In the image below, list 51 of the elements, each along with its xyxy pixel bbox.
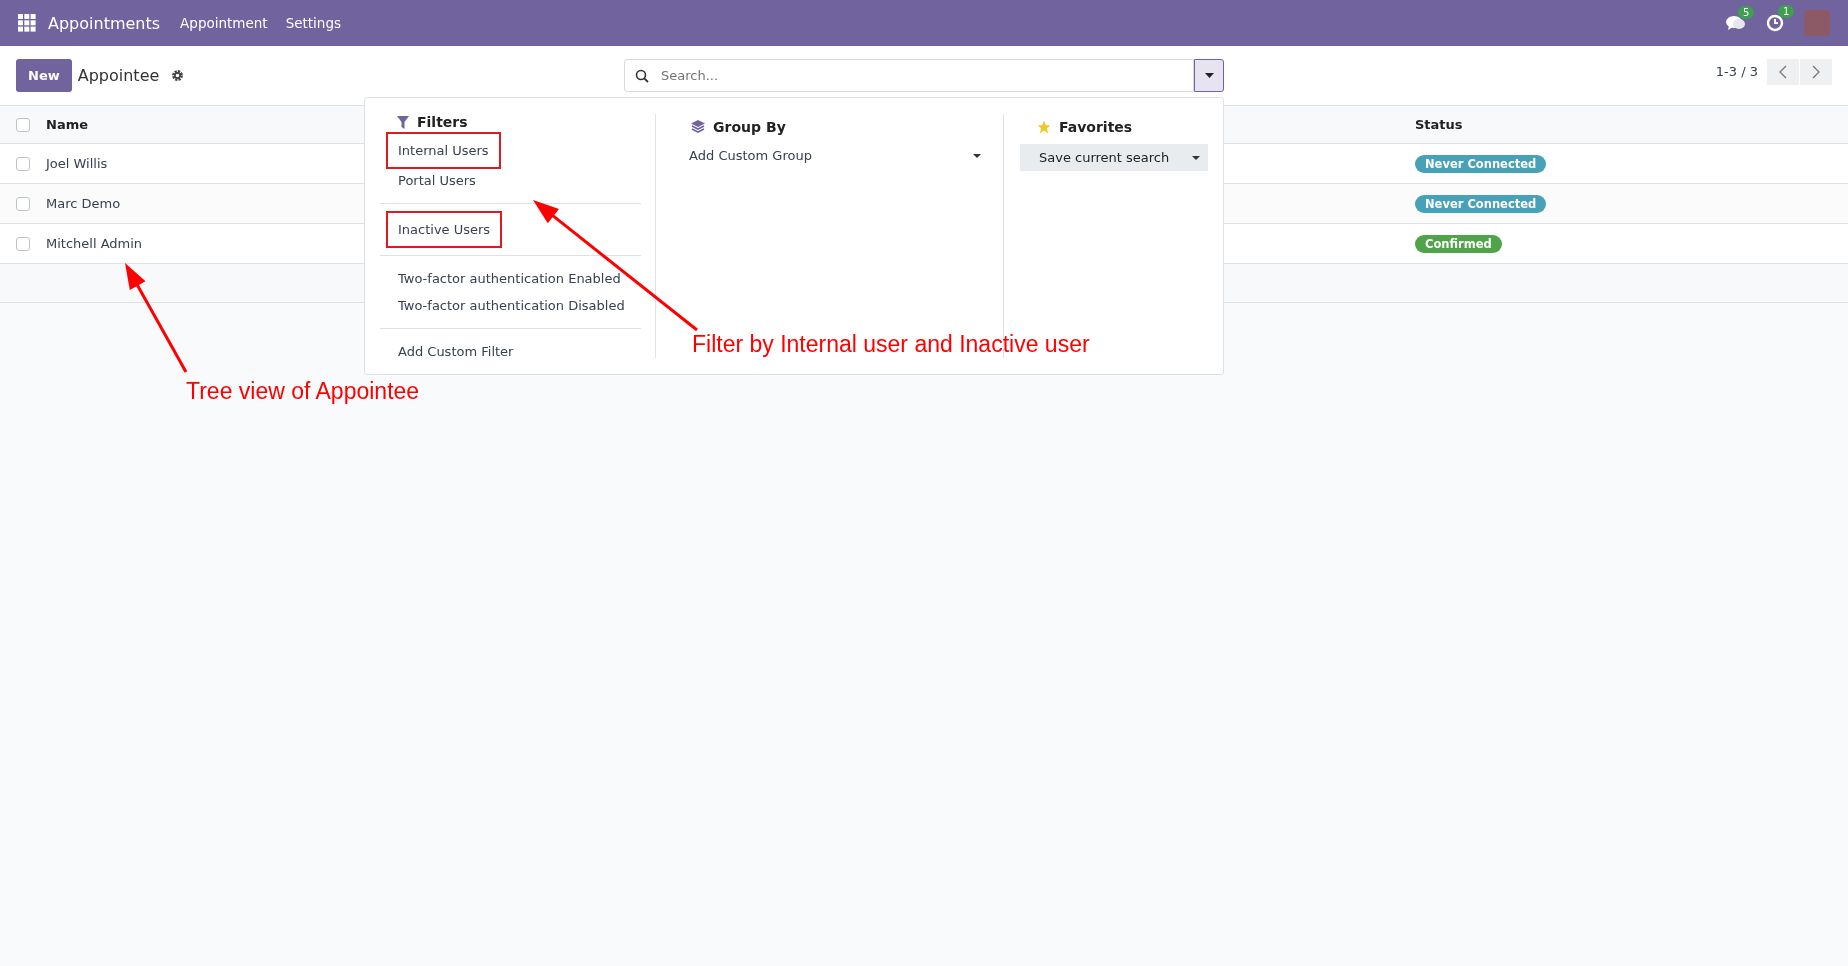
caret-icon bbox=[1192, 155, 1200, 160]
user-avatar[interactable] bbox=[1804, 10, 1830, 36]
filter-option[interactable]: Portal Users bbox=[388, 168, 486, 193]
activity-count: 1 bbox=[1778, 5, 1795, 18]
filters-title: Filters bbox=[417, 114, 468, 130]
column-header[interactable]: Name bbox=[46, 117, 88, 132]
status-badge: Confirmed bbox=[1415, 234, 1502, 253]
message-count: 5 bbox=[1738, 6, 1755, 19]
breadcrumb-title: Appointee bbox=[77, 66, 160, 85]
filter-option[interactable]: Internal Users bbox=[388, 134, 499, 167]
chat-icon[interactable] bbox=[1726, 15, 1746, 31]
menu-item[interactable]: Appointment bbox=[180, 15, 268, 31]
chevron-right-icon bbox=[1812, 64, 1820, 79]
filter-option[interactable]: Two-factor authentication Disabled bbox=[388, 293, 635, 318]
search-field[interactable]: Search... bbox=[624, 59, 1194, 92]
previous-page-button[interactable] bbox=[1767, 58, 1799, 85]
group-by-title: Group By bbox=[713, 119, 786, 135]
app-name[interactable]: Appointments bbox=[48, 13, 161, 33]
star-icon bbox=[1037, 120, 1051, 134]
search-icon bbox=[635, 69, 649, 83]
row-checkbox[interactable] bbox=[16, 156, 30, 171]
funnel-icon bbox=[397, 115, 409, 129]
clock-icon[interactable] bbox=[1766, 14, 1784, 32]
app-grid-icon[interactable] bbox=[18, 14, 36, 32]
favorites-title: Favorites bbox=[1059, 119, 1133, 135]
filter-option[interactable]: Add Custom Filter bbox=[388, 339, 524, 364]
name-cell: Marc Demo bbox=[46, 196, 121, 211]
caret-icon bbox=[1204, 73, 1214, 78]
caret-icon bbox=[973, 153, 981, 158]
custom-group-select[interactable]: Add Custom Group bbox=[674, 144, 989, 167]
column-header[interactable]: Status bbox=[1415, 117, 1463, 132]
next-page-button[interactable] bbox=[1800, 58, 1832, 85]
status-badge: Never Connected bbox=[1415, 194, 1547, 213]
annotation-text: Filter by Internal user and Inactive user bbox=[692, 331, 1090, 358]
chevron-left-icon bbox=[1779, 64, 1787, 79]
save-search-button[interactable]: Save current search bbox=[1020, 144, 1208, 171]
pager-value: 1-3 / 3 bbox=[1715, 64, 1758, 79]
status-badge: Never Connected bbox=[1415, 154, 1547, 173]
layers-icon bbox=[691, 120, 706, 134]
annotation-text: Tree view of Appointee bbox=[186, 378, 420, 405]
select-all-checkbox[interactable] bbox=[16, 117, 30, 132]
new-button[interactable]: New bbox=[16, 59, 72, 92]
filter-option[interactable]: Two-factor authentication Enabled bbox=[388, 266, 631, 291]
row-checkbox[interactable] bbox=[16, 236, 30, 251]
name-cell: Joel Willis bbox=[46, 156, 108, 171]
filter-option[interactable]: Inactive Users bbox=[388, 213, 501, 246]
gear-icon[interactable] bbox=[171, 69, 185, 82]
row-checkbox[interactable] bbox=[16, 196, 30, 211]
name-cell: Mitchell Admin bbox=[46, 236, 143, 251]
search-options-toggle[interactable] bbox=[1194, 59, 1224, 92]
menu-item[interactable]: Settings bbox=[285, 15, 341, 31]
